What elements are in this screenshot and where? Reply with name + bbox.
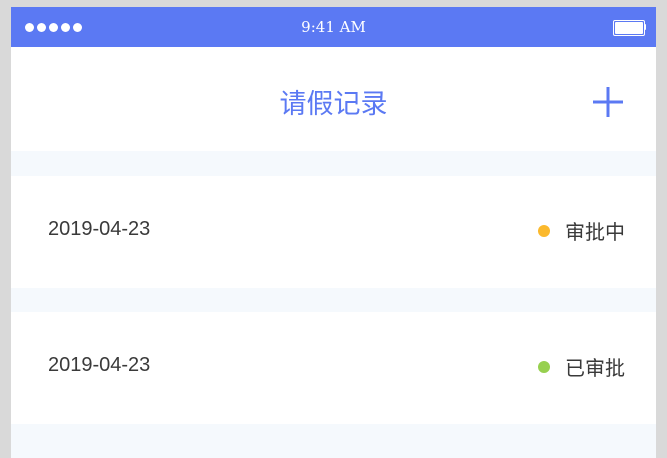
- record-status-label: 已审批: [565, 356, 625, 380]
- section-spacer: [11, 424, 656, 458]
- record-date: 2019-04-23: [48, 218, 151, 240]
- section-spacer: [11, 288, 656, 312]
- plus-icon: [593, 87, 623, 117]
- record-status-label: 审批中: [565, 220, 625, 244]
- navigation-bar: 请假记录: [11, 47, 656, 151]
- phone-screen: 9:41 AM 请假记录 2019-04-23 审批中 2019-04-23 已…: [11, 7, 656, 458]
- status-bar: 9:41 AM: [11, 7, 656, 47]
- record-date: 2019-04-23: [48, 354, 151, 376]
- record-status: 审批中: [538, 216, 625, 245]
- status-bar-time: 9:41 AM: [301, 18, 366, 36]
- leave-record-row[interactable]: 2019-04-23 已审批: [11, 312, 656, 424]
- battery-icon: [613, 20, 646, 36]
- section-spacer: [11, 151, 656, 176]
- status-dot-icon: [538, 360, 550, 373]
- record-status: 已审批: [538, 352, 625, 381]
- status-dot-icon: [538, 224, 550, 237]
- page-title: 请假记录: [279, 89, 388, 120]
- leave-record-row[interactable]: 2019-04-23 审批中: [11, 176, 656, 288]
- add-record-button[interactable]: [591, 85, 625, 119]
